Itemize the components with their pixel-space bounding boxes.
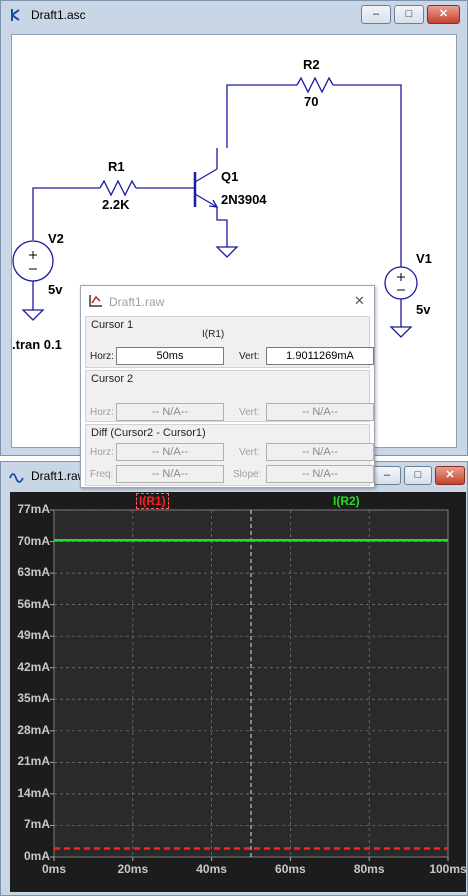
waveform-window-icon [9, 473, 24, 483]
y-tick-label: 70mA [17, 533, 50, 548]
waveform-plot[interactable]: 0mA 7mA 14mA 21mA 28mA 35mA 42mA 49mA 56mA 63mA 70… [10, 492, 467, 892]
close-button[interactable]: ✕ [427, 5, 460, 24]
diff-vert-field: -- N/A-- [266, 443, 374, 461]
q1-name: Q1 [221, 169, 239, 184]
cursor-dialog-title: Draft1.raw [109, 295, 165, 309]
diff-vert-label: Vert: [239, 447, 260, 458]
cursor2-label: Cursor 2 [91, 373, 134, 385]
y-tick-label: 7mA [23, 817, 50, 832]
y-tick-label: 42mA [17, 659, 50, 674]
diff-horz-label: Horz: [90, 447, 114, 458]
cursor1-label: Cursor 1 [91, 319, 134, 331]
minimize-button[interactable]: – [361, 5, 391, 24]
q1-model: 2N3904 [221, 192, 267, 207]
x-tick-label: 60ms [275, 862, 306, 876]
waveform-close-button[interactable]: ✕ [435, 466, 465, 485]
tran-directive[interactable]: .tran 0.1 [12, 337, 62, 352]
diff-freq-field: -- N/A-- [116, 465, 224, 483]
y-tick-label: 0mA [23, 849, 50, 863]
v2-value: 5v [48, 282, 63, 297]
diff-label: Diff (Cursor2 - Cursor1) [91, 427, 206, 439]
cursor1-trace: I(R1) [202, 329, 225, 340]
r2-value: 70 [304, 94, 319, 109]
cursor2-group: Cursor 2 Horz: -- N/A-- Vert: -- N/A-- [85, 370, 374, 422]
x-tick-label: 20ms [117, 862, 149, 876]
y-tick-label: 49mA [17, 628, 50, 643]
maximize-button[interactable]: □ [394, 5, 424, 24]
y-tick-label: 35mA [17, 691, 50, 706]
waveform-window-title: Draft1.raw [31, 469, 87, 483]
y-tick-label: 21mA [17, 754, 50, 769]
cursor1-horz-field[interactable]: 50ms [116, 347, 224, 365]
plot-svg [50, 509, 449, 861]
cursor1-vert-label: Vert: [239, 351, 260, 362]
x-tick-label: 80ms [353, 862, 385, 876]
diff-slope-label: Slope: [233, 469, 262, 480]
trace-label-ir1[interactable]: I(R1) [136, 493, 169, 509]
diff-slope-field: -- N/A-- [266, 465, 374, 483]
y-tick-label: 63mA [17, 565, 50, 580]
diff-group: Diff (Cursor2 - Cursor1) Horz: -- N/A-- … [85, 424, 374, 486]
cursor2-horz-label: Horz: [90, 407, 114, 418]
cursor1-group: Cursor 1 I(R1) Horz: 50ms Vert: 1.901126… [85, 316, 374, 368]
r1-value: 2.2K [102, 197, 130, 212]
schematic-titlebar[interactable]: Draft1.asc – □ ✕ [1, 1, 467, 31]
cursor-dialog: Draft1.raw ✕ Cursor 1 I(R1) Horz: 50ms V… [80, 285, 375, 488]
r2-name: R2 [303, 57, 320, 72]
waveform-minimize-button[interactable]: – [373, 466, 401, 485]
schematic-window-title: Draft1.asc [31, 8, 86, 22]
cursor2-horz-field: -- N/A-- [116, 403, 224, 421]
cursor1-vert-field[interactable]: 1.9011269mA [266, 347, 374, 365]
v2-name: V2 [48, 231, 64, 246]
r1-name: R1 [108, 159, 125, 174]
cursor1-horz-label: Horz: [90, 351, 114, 362]
cursor-dialog-icon [89, 295, 102, 307]
diff-freq-label: Freq: [90, 469, 114, 480]
trace-label-ir2[interactable]: I(R2) [333, 494, 360, 508]
waveform-maximize-button[interactable]: □ [404, 466, 432, 485]
x-tick-label: 100ms [429, 862, 467, 876]
v1-value: 5v [416, 302, 431, 317]
y-tick-label: 56mA [17, 596, 50, 611]
v1-name: V1 [416, 251, 432, 266]
cursor-dialog-close-icon[interactable]: ✕ [354, 293, 365, 309]
x-tick-label: 0ms [41, 862, 67, 876]
y-tick-label: 77mA [17, 502, 50, 516]
ltspice-schematic-icon [11, 9, 20, 21]
cursor2-vert-field: -- N/A-- [266, 403, 374, 421]
x-tick-label: 40ms [196, 862, 227, 876]
y-tick-label: 28mA [17, 722, 50, 737]
y-tick-label: 14mA [17, 785, 50, 800]
cursor2-vert-label: Vert: [239, 407, 260, 418]
diff-horz-field: -- N/A-- [116, 443, 224, 461]
